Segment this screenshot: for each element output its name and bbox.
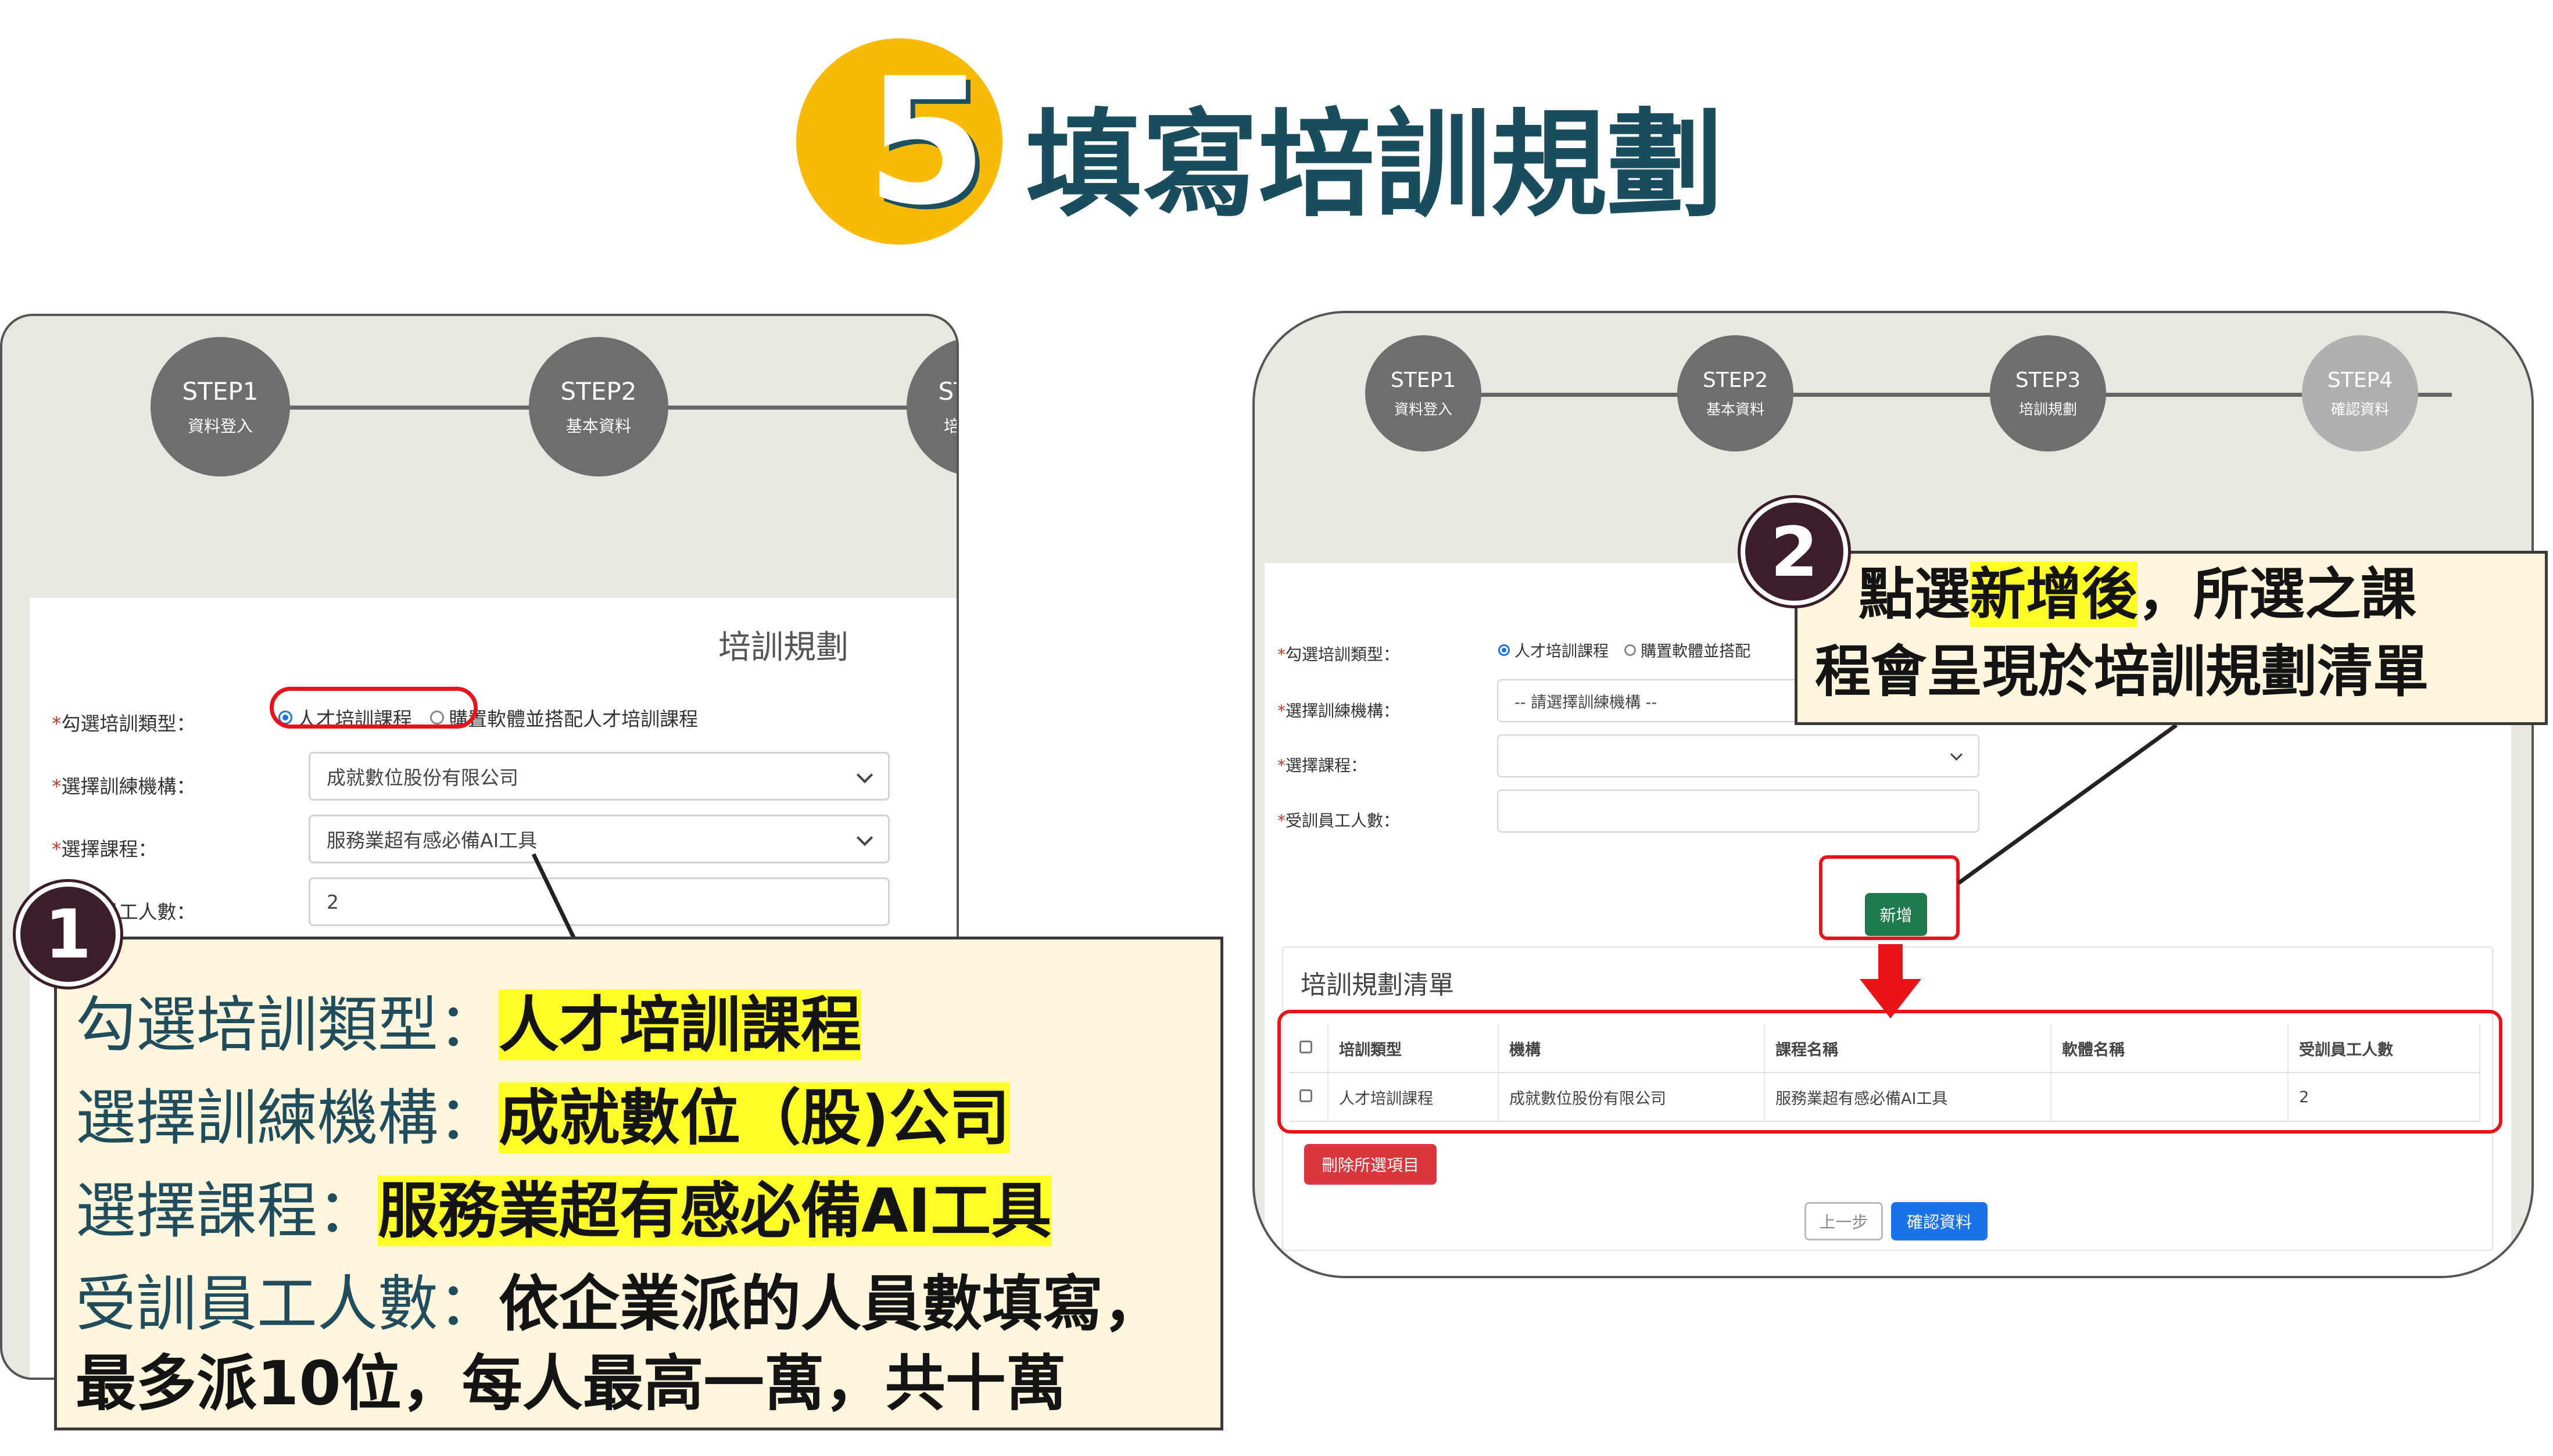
card-title: 培訓規劃	[718, 629, 848, 666]
confirm-button[interactable]: 確認資料	[1891, 1202, 1988, 1240]
radio-talent-course[interactable]	[1498, 644, 1510, 656]
callout-1: 勾選培訓類型：人才培訓課程 選擇訓練機構：成就數位（股)公司 選擇課程：服務業超…	[54, 937, 1223, 1430]
callout-1-line-5: 最多派10位，每人最高一萬，共十萬	[76, 1348, 1066, 1419]
highlight-ring-add	[1819, 855, 1960, 940]
callout-2-line-1: 點選新增後，所選之課	[1859, 562, 2416, 627]
callout-1-line-4: 受訓員工人數：依企業派的人員數填寫，	[76, 1268, 1164, 1339]
type-label: *勾選培訓類型：	[1277, 645, 1400, 664]
count-input[interactable]	[1497, 790, 1979, 833]
callout-2: 點選新增後，所選之課 程會呈現於培訓規劃清單	[1795, 551, 2548, 725]
count-input[interactable]: 2	[309, 877, 890, 926]
step-node-2: STEP2 基本資料	[529, 337, 668, 476]
radio-talent-course-label: 人才培訓課程	[1514, 643, 1609, 661]
step-node-2: STEP2 基本資料	[1677, 335, 1793, 451]
step-number: 5	[866, 41, 987, 243]
radio-software-course-label: 購置軟體並搭配	[1641, 643, 1751, 661]
step-node-1: STEP1 資料登入	[1365, 335, 1481, 451]
radio-software-course-label: 購置軟體並搭配人才培訓課程	[449, 708, 699, 730]
radio-software-course[interactable]	[1624, 644, 1637, 656]
page-title: 填寫培訓規劃	[1026, 98, 1724, 233]
course-label: *選擇課程：	[1277, 756, 1367, 775]
pointer-line-2	[1957, 723, 2178, 885]
delete-selected-button[interactable]: 刪除所選項目	[1304, 1144, 1437, 1185]
callout-1-line-1: 勾選培訓類型：人才培訓課程	[76, 989, 862, 1060]
callout-1-line-2: 選擇訓練機構：成就數位（股)公司	[76, 1082, 1010, 1153]
course-select[interactable]	[1497, 734, 1979, 777]
step-node-3: STEP3培訓規劃	[1990, 335, 2106, 451]
highlight-ring-radio	[270, 687, 478, 729]
callout-2-badge: 2	[1741, 498, 1848, 605]
highlight-ring-table	[1277, 1010, 2502, 1134]
prev-button[interactable]: 上一步	[1804, 1202, 1883, 1240]
step-node-4: STEP4 確認資料	[2302, 335, 2418, 451]
chevron-down-icon	[856, 829, 873, 847]
plan-list-title: 培訓規劃清單	[1301, 970, 1454, 1000]
org-label: *選擇訓練機構：	[1277, 701, 1400, 720]
chevron-down-icon	[856, 766, 873, 784]
course-label: *選擇課程：	[52, 838, 157, 860]
org-select[interactable]: 成就數位股份有限公司	[309, 752, 890, 801]
count-label: *受訓員工人數：	[1277, 811, 1400, 830]
callout-1-badge: 1	[16, 882, 120, 987]
org-label: *選擇訓練機構：	[52, 775, 196, 798]
callout-1-line-3: 選擇課程：服務業超有感必備AI工具	[76, 1175, 1052, 1246]
course-select[interactable]: 服務業超有感必備AI工具	[309, 815, 890, 863]
down-arrow-icon	[1860, 944, 1921, 1019]
type-label: *勾選培訓類型：	[52, 712, 196, 735]
step-node-1: STEP1 資料登入	[151, 337, 290, 476]
callout-2-line-2: 程會呈現於培訓規劃清單	[1815, 639, 2429, 704]
step-node-3: STEP3培訓規劃	[907, 337, 957, 476]
stepper-line	[1423, 393, 2452, 397]
type-radio-group: 人才培訓課程 購置軟體並搭配	[1498, 639, 1757, 661]
